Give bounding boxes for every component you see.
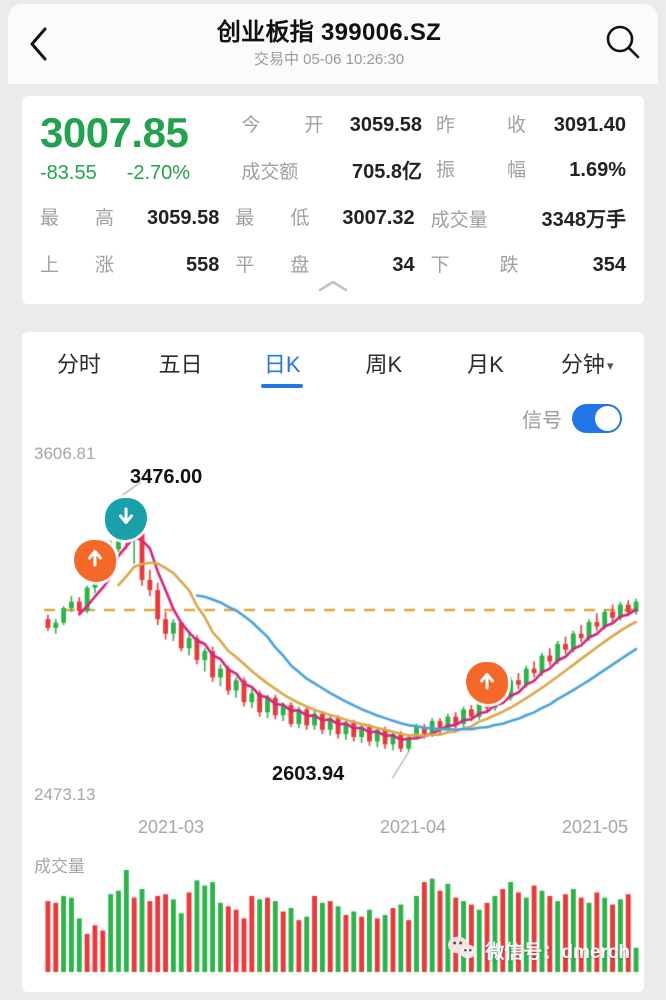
quote-row-1: 3007.85 -83.55 -2.70% 今开 3059.58 成交额 705…	[40, 110, 626, 185]
wechat-icon	[447, 935, 477, 966]
value-decliners: 354	[592, 254, 626, 276]
tab-fenshi[interactable]: 分时	[28, 332, 130, 398]
quote-row-3: 最高 3059.58 最低 3007.32 成交量 3348万手	[40, 203, 626, 232]
tab-daily-k[interactable]: 日K	[231, 332, 333, 398]
sell-signal-marker[interactable]	[105, 497, 148, 540]
arrow-down-icon	[116, 506, 136, 531]
chart-period-tabs: 分时 五日 日K 周K 月K 分钟 ▾	[22, 332, 644, 398]
search-button[interactable]	[588, 4, 658, 84]
header-title-group: 创业板指 399006.SZ 交易中 05-06 10:26:30	[70, 18, 588, 71]
kline-plot-area[interactable]: 3606.81 2473.13 3476.00 2603.94 2021-03 …	[22, 438, 644, 978]
label-low: 最低	[235, 208, 310, 229]
tab-weekly-k[interactable]: 周K	[333, 332, 435, 398]
back-button[interactable]	[8, 4, 70, 84]
chevron-left-icon	[28, 25, 50, 63]
label-open: 今开	[241, 115, 324, 136]
watermark-text: 微信号：dmerch	[485, 942, 630, 963]
value-volume: 3348万手	[541, 209, 626, 231]
label-turnover: 成交额	[241, 162, 299, 183]
tab-five-day[interactable]: 五日	[130, 332, 232, 398]
market-status: 交易中 05-06 10:26:30	[253, 50, 405, 68]
value-amplitude: 1.69%	[569, 159, 626, 181]
chart-panel: 分时 五日 日K 周K 月K 分钟 ▾ 信号 3606.81 2473.13 34…	[22, 332, 644, 992]
signal-label: 信号	[522, 409, 562, 432]
label-advancers: 上涨	[40, 255, 114, 276]
value-advancers: 558	[185, 254, 220, 276]
signal-toggle-row: 信号	[22, 398, 644, 438]
app-header: 创业板指 399006.SZ 交易中 05-06 10:26:30	[8, 4, 658, 84]
tab-minute[interactable]: 分钟 ▾	[536, 332, 638, 398]
arrow-up-icon	[85, 548, 105, 573]
label-high: 最高	[40, 208, 114, 229]
price-change: -83.55	[40, 162, 97, 184]
label-amplitude: 振幅	[436, 160, 527, 181]
arrow-up-icon	[477, 671, 497, 696]
quote-col-prevclose: 昨收 3091.40 振幅 1.69%	[436, 110, 626, 182]
buy-signal-marker-2[interactable]	[466, 662, 509, 705]
tab-monthly-k[interactable]: 月K	[435, 332, 537, 398]
value-prev-close: 3091.40	[553, 114, 626, 136]
chevron-up-icon	[316, 279, 350, 298]
quote-col-open: 今开 3059.58 成交额 705.8亿	[241, 110, 436, 184]
label-unchanged: 平盘	[235, 255, 310, 276]
value-turnover: 705.8亿	[351, 161, 423, 183]
value-open: 3059.58	[349, 114, 423, 136]
label-decliners: 下跌	[430, 255, 519, 276]
page-title: 创业板指 399006.SZ	[216, 18, 442, 46]
value-unchanged: 34	[392, 254, 415, 276]
label-prev-close: 昨收	[436, 115, 527, 136]
buy-signal-marker-1[interactable]	[73, 539, 116, 582]
signal-toggle[interactable]	[572, 403, 622, 433]
quote-panel: 3007.85 -83.55 -2.70% 今开 3059.58 成交额 705…	[22, 96, 644, 304]
quote-row-4: 上涨 558 平盘 34 下跌 354	[40, 250, 626, 277]
value-low: 3007.32	[342, 207, 415, 229]
watermark: 微信号：dmerch	[447, 935, 630, 966]
price-block: 3007.85 -83.55 -2.70%	[40, 110, 241, 185]
toggle-knob	[595, 405, 620, 431]
chevron-down-icon: ▾	[606, 358, 614, 373]
search-icon	[603, 22, 643, 67]
price-change-pct: -2.70%	[126, 162, 191, 184]
collapse-quote-button[interactable]	[22, 279, 644, 298]
value-high: 3059.58	[147, 207, 220, 229]
last-price: 3007.85	[40, 109, 189, 156]
label-volume: 成交量	[430, 210, 488, 231]
